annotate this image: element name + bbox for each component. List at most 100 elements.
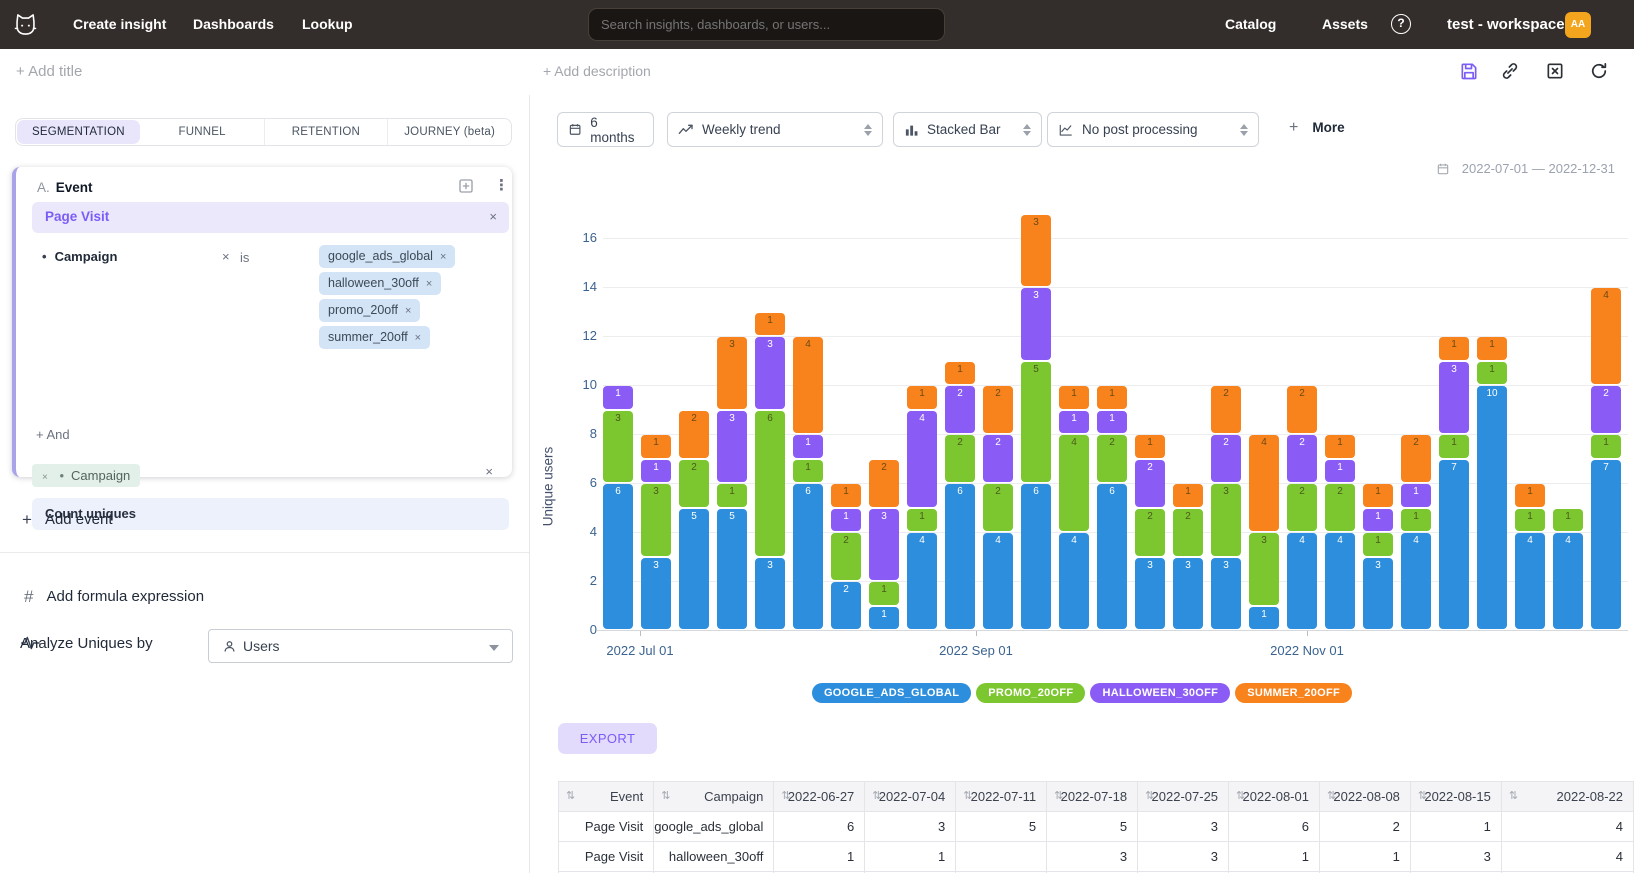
bar-segment[interactable]: 4 bbox=[1515, 533, 1545, 629]
bar-segment[interactable]: 1 bbox=[1173, 484, 1203, 507]
bar-segment[interactable]: 2 bbox=[1325, 484, 1355, 531]
copy-link-icon[interactable] bbox=[1500, 61, 1520, 81]
nav-dashboards[interactable]: Dashboards bbox=[193, 0, 274, 49]
bar-segment[interactable]: 1 bbox=[869, 607, 899, 630]
bar-segment[interactable]: 4 bbox=[1287, 533, 1317, 629]
bar-segment[interactable]: 2 bbox=[983, 484, 1013, 531]
tab-funnel[interactable]: FUNNEL bbox=[141, 119, 265, 145]
bar-segment[interactable]: 6 bbox=[945, 484, 975, 629]
bar-segment[interactable]: 2 bbox=[945, 386, 975, 433]
property-value-chip[interactable]: summer_20off× bbox=[319, 326, 430, 349]
sort-icon[interactable]: ⇅ bbox=[661, 789, 670, 802]
bar-segment[interactable]: 6 bbox=[1097, 484, 1127, 629]
remove-chip-icon[interactable]: × bbox=[426, 278, 432, 290]
bar-segment[interactable]: 3 bbox=[717, 337, 747, 409]
remove-chip-icon[interactable]: × bbox=[415, 332, 421, 344]
add-filter-icon[interactable] bbox=[457, 177, 475, 195]
bar-segment[interactable]: 3 bbox=[1173, 558, 1203, 630]
property-operator[interactable]: is bbox=[240, 250, 249, 265]
bar-segment[interactable]: 4 bbox=[983, 533, 1013, 629]
bar-segment[interactable]: 1 bbox=[1401, 509, 1431, 532]
tab-segmentation[interactable]: SEGMENTATION bbox=[17, 120, 140, 144]
search-input[interactable] bbox=[588, 8, 945, 41]
bar-segment[interactable]: 3 bbox=[1211, 484, 1241, 556]
bar-segment[interactable]: 1 bbox=[717, 484, 747, 507]
bar-segment[interactable]: 1 bbox=[1059, 411, 1089, 434]
bar-segment[interactable]: 2 bbox=[983, 435, 1013, 482]
bar-segment[interactable]: 10 bbox=[1477, 386, 1507, 629]
bar-segment[interactable]: 4 bbox=[1401, 533, 1431, 629]
bar-segment[interactable]: 1 bbox=[1439, 337, 1469, 360]
kebab-menu-icon[interactable]: ⋮ bbox=[494, 176, 509, 194]
remove-chip-icon[interactable]: × bbox=[405, 305, 411, 317]
bar-segment[interactable]: 2 bbox=[679, 411, 709, 458]
bar-segment[interactable]: 2 bbox=[983, 386, 1013, 433]
bar-segment[interactable]: 4 bbox=[1059, 435, 1089, 531]
property-value-chip[interactable]: halloween_30off× bbox=[319, 272, 441, 295]
bar-segment[interactable]: 1 bbox=[869, 582, 899, 605]
add-event-button[interactable]: +Add event bbox=[22, 510, 113, 530]
avatar[interactable]: AA bbox=[1565, 12, 1591, 38]
bar-segment[interactable]: 3 bbox=[1021, 215, 1051, 287]
save-icon[interactable] bbox=[1459, 61, 1479, 81]
bar-segment[interactable]: 1 bbox=[1097, 386, 1127, 409]
bar-segment[interactable]: 1 bbox=[1515, 484, 1545, 507]
bar-segment[interactable]: 2 bbox=[1591, 386, 1621, 433]
bar-segment[interactable]: 2 bbox=[831, 582, 861, 629]
bar-segment[interactable]: 1 bbox=[1515, 509, 1545, 532]
nav-create-insight[interactable]: Create insight bbox=[73, 0, 166, 49]
bar-segment[interactable]: 2 bbox=[869, 460, 899, 507]
bar-segment[interactable]: 1 bbox=[1249, 607, 1279, 630]
remove-property-icon[interactable]: × bbox=[222, 249, 230, 264]
bar-segment[interactable]: 4 bbox=[1553, 533, 1583, 629]
refresh-icon[interactable] bbox=[1589, 61, 1609, 81]
bar-segment[interactable]: 3 bbox=[1135, 558, 1165, 630]
bar-segment[interactable]: 2 bbox=[1173, 509, 1203, 556]
bar-segment[interactable]: 1 bbox=[945, 362, 975, 385]
help-icon[interactable]: ? bbox=[1391, 14, 1411, 34]
add-formula-button[interactable]: #Add formula expression bbox=[24, 587, 204, 607]
bar-segment[interactable]: 2 bbox=[1401, 435, 1431, 482]
bar-segment[interactable]: 1 bbox=[907, 386, 937, 409]
bar-segment[interactable]: 7 bbox=[1439, 460, 1469, 630]
bar-segment[interactable]: 3 bbox=[869, 509, 899, 581]
bar-segment[interactable]: 1 bbox=[603, 386, 633, 409]
bar-segment[interactable]: 1 bbox=[1097, 411, 1127, 434]
legend-pill-summer_20off[interactable]: SUMMER_20OFF bbox=[1235, 683, 1352, 703]
bar-segment[interactable]: 1 bbox=[1325, 460, 1355, 483]
bar-segment[interactable]: 6 bbox=[793, 484, 823, 629]
bar-segment[interactable]: 4 bbox=[907, 411, 937, 507]
bar-segment[interactable]: 4 bbox=[1325, 533, 1355, 629]
bar-segment[interactable]: 1 bbox=[793, 435, 823, 458]
bar-segment[interactable]: 4 bbox=[1059, 533, 1089, 629]
bar-segment[interactable]: 1 bbox=[1363, 509, 1393, 532]
add-description-field[interactable]: + Add description bbox=[543, 63, 651, 79]
bar-segment[interactable]: 1 bbox=[1325, 435, 1355, 458]
bar-segment[interactable]: 1 bbox=[831, 484, 861, 507]
bar-segment[interactable]: 7 bbox=[1591, 460, 1621, 630]
bar-segment[interactable]: 3 bbox=[641, 558, 671, 630]
export-button[interactable]: EXPORT bbox=[558, 723, 657, 754]
bar-segment[interactable]: 1 bbox=[1439, 435, 1469, 458]
bar-segment[interactable]: 3 bbox=[755, 337, 785, 409]
analyze-by-dropdown[interactable]: Users bbox=[208, 629, 513, 663]
tab-retention[interactable]: RETENTION bbox=[265, 119, 389, 145]
bar-segment[interactable]: 3 bbox=[717, 411, 747, 483]
tab-journey-beta-[interactable]: JOURNEY (beta) bbox=[388, 119, 511, 145]
bar-segment[interactable]: 1 bbox=[793, 460, 823, 483]
bar-segment[interactable]: 2 bbox=[1135, 460, 1165, 507]
property-value-chip[interactable]: promo_20off× bbox=[319, 299, 420, 322]
bar-segment[interactable]: 3 bbox=[755, 558, 785, 630]
property-name[interactable]: •Campaign bbox=[42, 249, 117, 264]
nav-assets[interactable]: Assets bbox=[1322, 0, 1368, 49]
property-value-chip[interactable]: google_ads_global× bbox=[319, 245, 455, 268]
bar-segment[interactable]: 1 bbox=[1477, 362, 1507, 385]
bar-segment[interactable]: 3 bbox=[1249, 533, 1279, 605]
remove-breakdown-row-icon[interactable]: × bbox=[485, 464, 493, 479]
bar-segment[interactable]: 2 bbox=[1287, 484, 1317, 531]
bar-segment[interactable]: 3 bbox=[1021, 288, 1051, 360]
add-title-field[interactable]: + Add title bbox=[16, 63, 82, 80]
bar-segment[interactable]: 1 bbox=[1553, 509, 1583, 532]
bar-segment[interactable]: 4 bbox=[907, 533, 937, 629]
bar-segment[interactable]: 1 bbox=[1363, 533, 1393, 556]
